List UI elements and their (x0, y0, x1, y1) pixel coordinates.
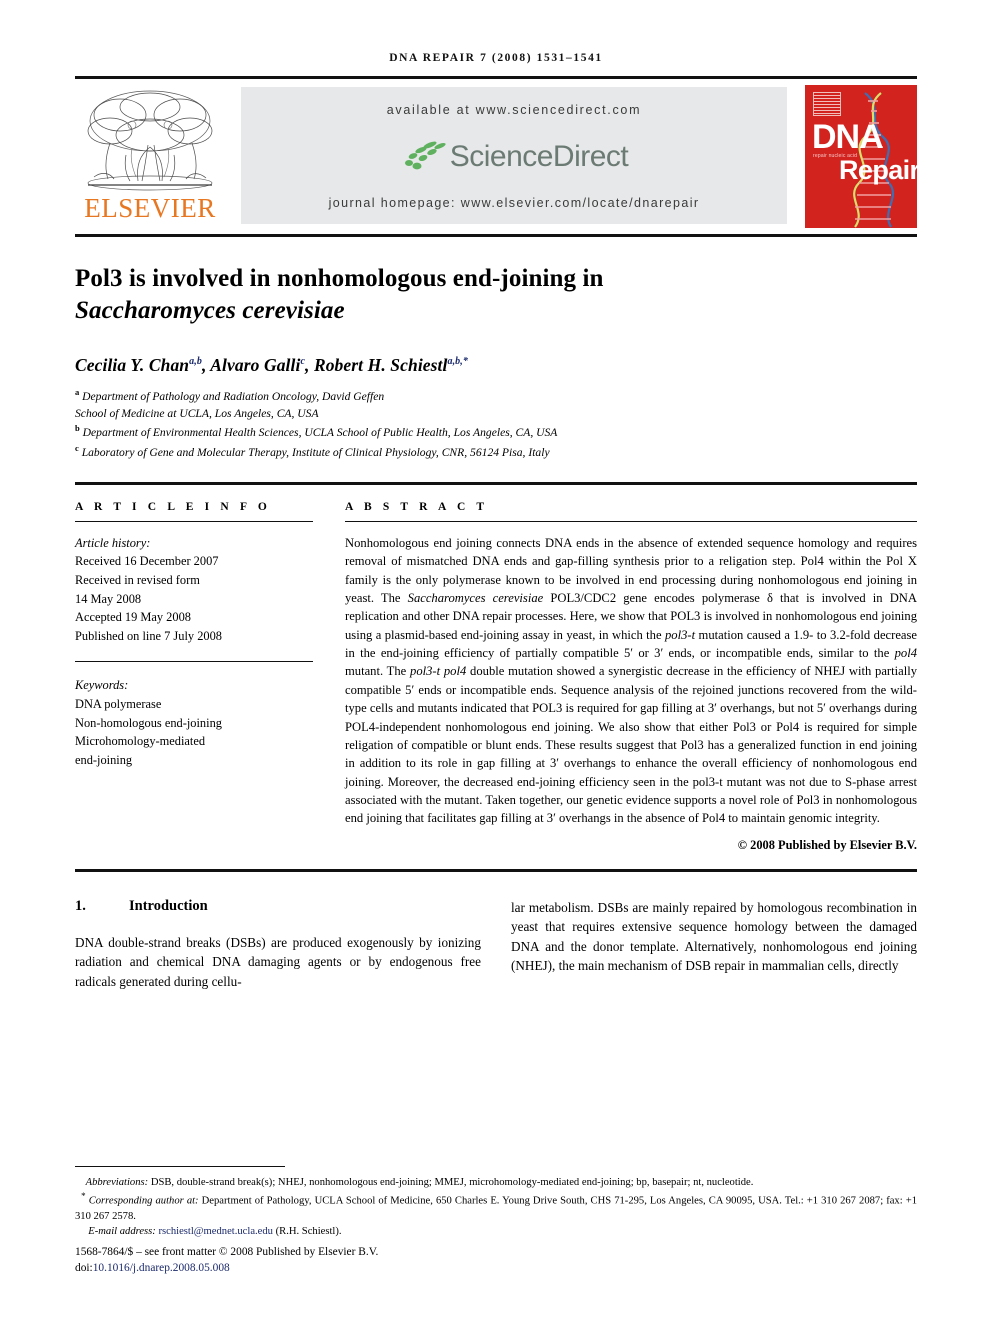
running-head-citation: 7 (2008) 1531–1541 (480, 52, 603, 64)
journal-banner: ELSEVIER available at www.sciencedirect.… (75, 79, 917, 234)
affiliation-marker-c: c (75, 443, 79, 454)
abstract-column: A B S T R A C T Nonhomologous end joinin… (313, 501, 917, 853)
author-list: Cecilia Y. Chana,b, Alvaro Gallic, Rober… (75, 355, 468, 375)
abbreviations-note: Abbreviations: DSB, double-strand break(… (75, 1175, 917, 1190)
email-note: E-mail address: rschiestl@mednet.ucla.ed… (75, 1224, 917, 1239)
footnote-area: Abbreviations: DSB, double-strand break(… (75, 1166, 917, 1277)
abstract-italic-2: pol3-t (665, 627, 696, 642)
keyword-item: DNA polymerase (75, 697, 162, 712)
article-info-divider (75, 661, 313, 663)
abstract-underline (345, 520, 917, 522)
sciencedirect-banner: available at www.sciencedirect.com Scien… (241, 87, 787, 224)
corresponding-author-marker: * (81, 1191, 86, 1202)
abstract-italic-4: pol3-t pol4 (410, 664, 467, 679)
affiliation-list: a Department of Pathology and Radiation … (75, 386, 917, 462)
email-suffix: (R.H. Schiestl). (272, 1226, 342, 1238)
journal-cover-image: DNA repair nucleic acid Repair (805, 85, 917, 228)
affiliation-marker-a: a (75, 387, 80, 397)
corresponding-author-note: * Corresponding author at: Department of… (75, 1190, 917, 1224)
sciencedirect-leaves-icon (404, 141, 446, 169)
author-name-3: Robert H. Schiestl (313, 355, 448, 375)
author-name-2: Alvaro Galli (210, 355, 301, 375)
affiliation-row: c Laboratory of Gene and Molecular Thera… (75, 442, 917, 462)
elsevier-tree-icon (87, 90, 213, 191)
cover-title-repair: Repair (839, 155, 917, 185)
journal-homepage-text: journal homepage: www.elsevier.com/locat… (328, 196, 700, 210)
body-column-right: lar metabolism. DSBs are mainly repaired… (511, 898, 917, 991)
title-line-1: Pol3 is involved in nonhomologous end-jo… (75, 265, 604, 292)
intro-paragraph-left: DNA double-strand breaks (DSBs) are prod… (75, 934, 481, 989)
cover-stamp-icon (813, 92, 841, 116)
author-sup-2: c (300, 356, 305, 368)
corresponding-author-label: Corresponding author at: (88, 1195, 199, 1207)
journal-article-page: DNA REPAIR 7 (2008) 1531–1541 ELSEVIER a… (0, 0, 992, 1323)
email-label: E-mail address: (88, 1226, 156, 1238)
section-heading-introduction: 1. Introduction (75, 898, 481, 915)
affiliation-row: a Department of Pathology and Radiation … (75, 386, 917, 406)
affiliation-text-c: Laboratory of Gene and Molecular Therapy… (81, 445, 550, 459)
footnote-rule (75, 1166, 285, 1168)
article-history-label: Article history: (75, 535, 151, 550)
author-sup-1: a,b (189, 356, 202, 368)
affiliation-row: School of Medicine at UCLA, Los Angeles,… (75, 406, 917, 423)
affiliation-row: b Department of Environmental Health Sci… (75, 422, 917, 442)
doi-line: doi:10.1016/j.dnarep.2008.05.008 (75, 1261, 917, 1277)
abstract-text: Nonhomologous end joining connects DNA e… (345, 534, 917, 828)
abstract-heading: A B S T R A C T (345, 500, 489, 513)
affiliation-text-b: Department of Environmental Health Scien… (82, 426, 558, 440)
section-number: 1. (75, 897, 86, 914)
article-info-heading: A R T I C L E I N F O (75, 500, 271, 513)
header-rule-bottom (75, 234, 917, 237)
intro-paragraph-right: lar metabolism. DSBs are mainly repaired… (511, 899, 917, 973)
doi-label: doi: (75, 1262, 93, 1275)
abstract-seg-4: mutant. The (345, 664, 411, 679)
abstract-italic-1: Saccharomyces cerevisiae (407, 590, 544, 605)
article-history: Article history: Received 16 December 20… (75, 534, 313, 646)
abbreviations-label: Abbreviations: (85, 1177, 149, 1189)
running-head-journal: DNA REPAIR (389, 52, 476, 64)
article-info-column: A R T I C L E I N F O Article history: R… (75, 501, 313, 853)
elsevier-logo: ELSEVIER (75, 79, 225, 234)
corresponding-author-text: Department of Pathology, UCLA School of … (75, 1195, 918, 1222)
title-line-2: Saccharomyces cerevisiae (75, 297, 345, 324)
available-at-text: available at www.sciencedirect.com (386, 103, 642, 117)
info-band-rule-top (75, 481, 917, 485)
history-item: Received 16 December 2007 (75, 554, 219, 569)
running-head: DNA REPAIR 7 (2008) 1531–1541 (75, 0, 917, 76)
abbreviations-text: DSB, double-strand break(s); NHEJ, nonho… (148, 1177, 754, 1189)
abstract-italic-3: pol4 (894, 646, 917, 661)
info-abstract-band: A R T I C L E I N F O Article history: R… (75, 501, 917, 853)
body-column-left: 1. Introduction DNA double-strand breaks… (75, 898, 481, 991)
abstract-copyright: © 2008 Published by Elsevier B.V. (737, 837, 917, 852)
elsevier-wordmark: ELSEVIER (84, 193, 216, 223)
email-link[interactable]: rschiestl@mednet.ucla.edu (158, 1226, 272, 1237)
history-item: Accepted 19 May 2008 (75, 610, 191, 625)
history-item: 14 May 2008 (75, 591, 142, 606)
cover-title-dna: DNA (812, 118, 884, 156)
affiliation-marker-b: b (75, 423, 80, 434)
keyword-item: Non-homologous end-joining (75, 715, 222, 730)
journal-cover-block: DNA repair nucleic acid Repair (799, 79, 917, 234)
page-title: Pol3 is involved in nonhomologous end-jo… (75, 263, 917, 327)
section-title: Introduction (129, 897, 208, 914)
keywords-block: Keywords: DNA polymerase Non-homologous … (75, 676, 313, 769)
info-band-rule-bottom (75, 868, 917, 872)
affiliation-text-a: Department of Pathology and Radiation On… (82, 389, 385, 403)
sciencedirect-logo: ScienceDirect (400, 140, 629, 174)
author-name-1: Cecilia Y. Chan (75, 355, 190, 375)
keyword-item: end-joining (75, 752, 133, 767)
abstract-seg-5: double mutation showed a synergistic dec… (345, 664, 918, 826)
history-item: Received in revised form (75, 572, 200, 587)
doi-link[interactable]: 10.1016/j.dnarep.2008.05.008 (93, 1262, 230, 1274)
history-item: Published on line 7 July 2008 (75, 628, 222, 643)
body-columns: 1. Introduction DNA double-strand breaks… (75, 898, 917, 991)
sciencedirect-wordmark: ScienceDirect (449, 139, 629, 173)
author-sup-3: a,b,* (447, 356, 468, 368)
keyword-item: Microhomology-mediated (75, 734, 206, 749)
keywords-label: Keywords: (75, 678, 129, 693)
affiliation-text-a2: School of Medicine at UCLA, Los Angeles,… (75, 406, 319, 420)
issn-line: 1568-7864/$ – see front matter © 2008 Pu… (75, 1246, 379, 1259)
article-info-underline (75, 520, 313, 522)
